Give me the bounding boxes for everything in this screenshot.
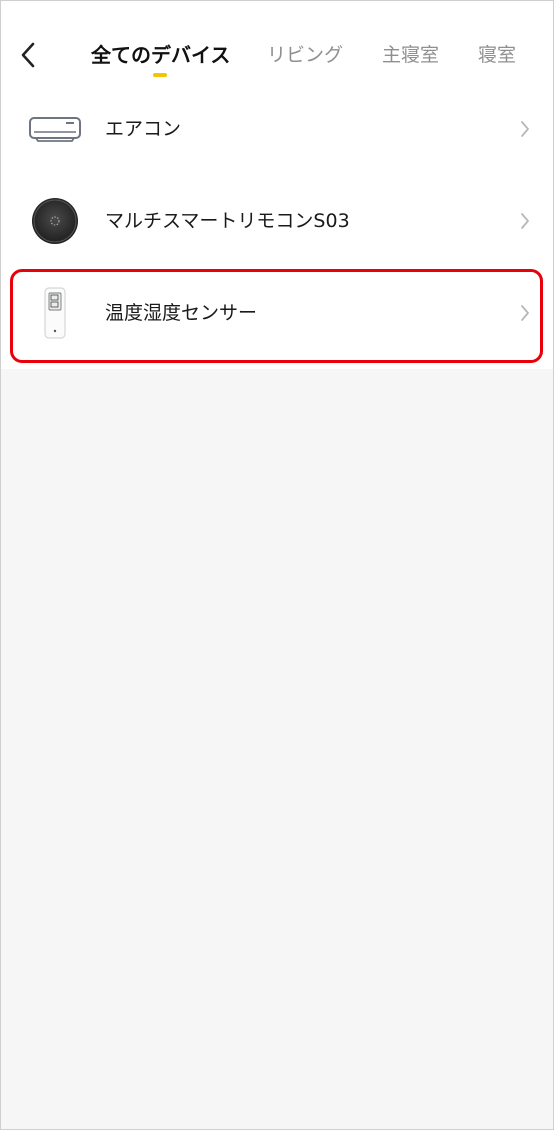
back-button[interactable] [13,39,43,71]
smart-remote-icon [25,191,85,251]
chevron-right-icon [521,305,529,321]
app-screen: 全てのデバイス リビング 主寝室 寝室 エアコン マルチスマートリモコンS03 … [0,0,554,1130]
device-name-thermo-hygrometer: 温度湿度センサー [105,302,258,324]
tab-master-bedroom[interactable]: 主寝室 [382,41,439,69]
active-tab-indicator [153,73,167,77]
air-conditioner-icon [25,99,85,159]
thermo-hygrometer-icon [25,283,85,343]
tab-bedroom[interactable]: 寝室 [478,41,516,69]
device-row-thermo-hygrometer[interactable]: 温度湿度センサー [1,267,553,359]
chevron-right-icon [521,121,529,137]
device-name-air-conditioner: エアコン [105,118,182,140]
device-list: エアコン マルチスマートリモコンS03 温度湿度センサー [1,83,553,369]
device-row-air-conditioner[interactable]: エアコン [1,83,553,175]
chevron-left-icon [21,42,35,68]
device-name-smart-remote: マルチスマートリモコンS03 [105,210,350,232]
tab-living[interactable]: リビング [267,41,343,69]
device-row-smart-remote[interactable]: マルチスマートリモコンS03 [1,175,553,267]
tab-all-devices[interactable]: 全てのデバイス [91,41,230,69]
chevron-right-icon [521,213,529,229]
